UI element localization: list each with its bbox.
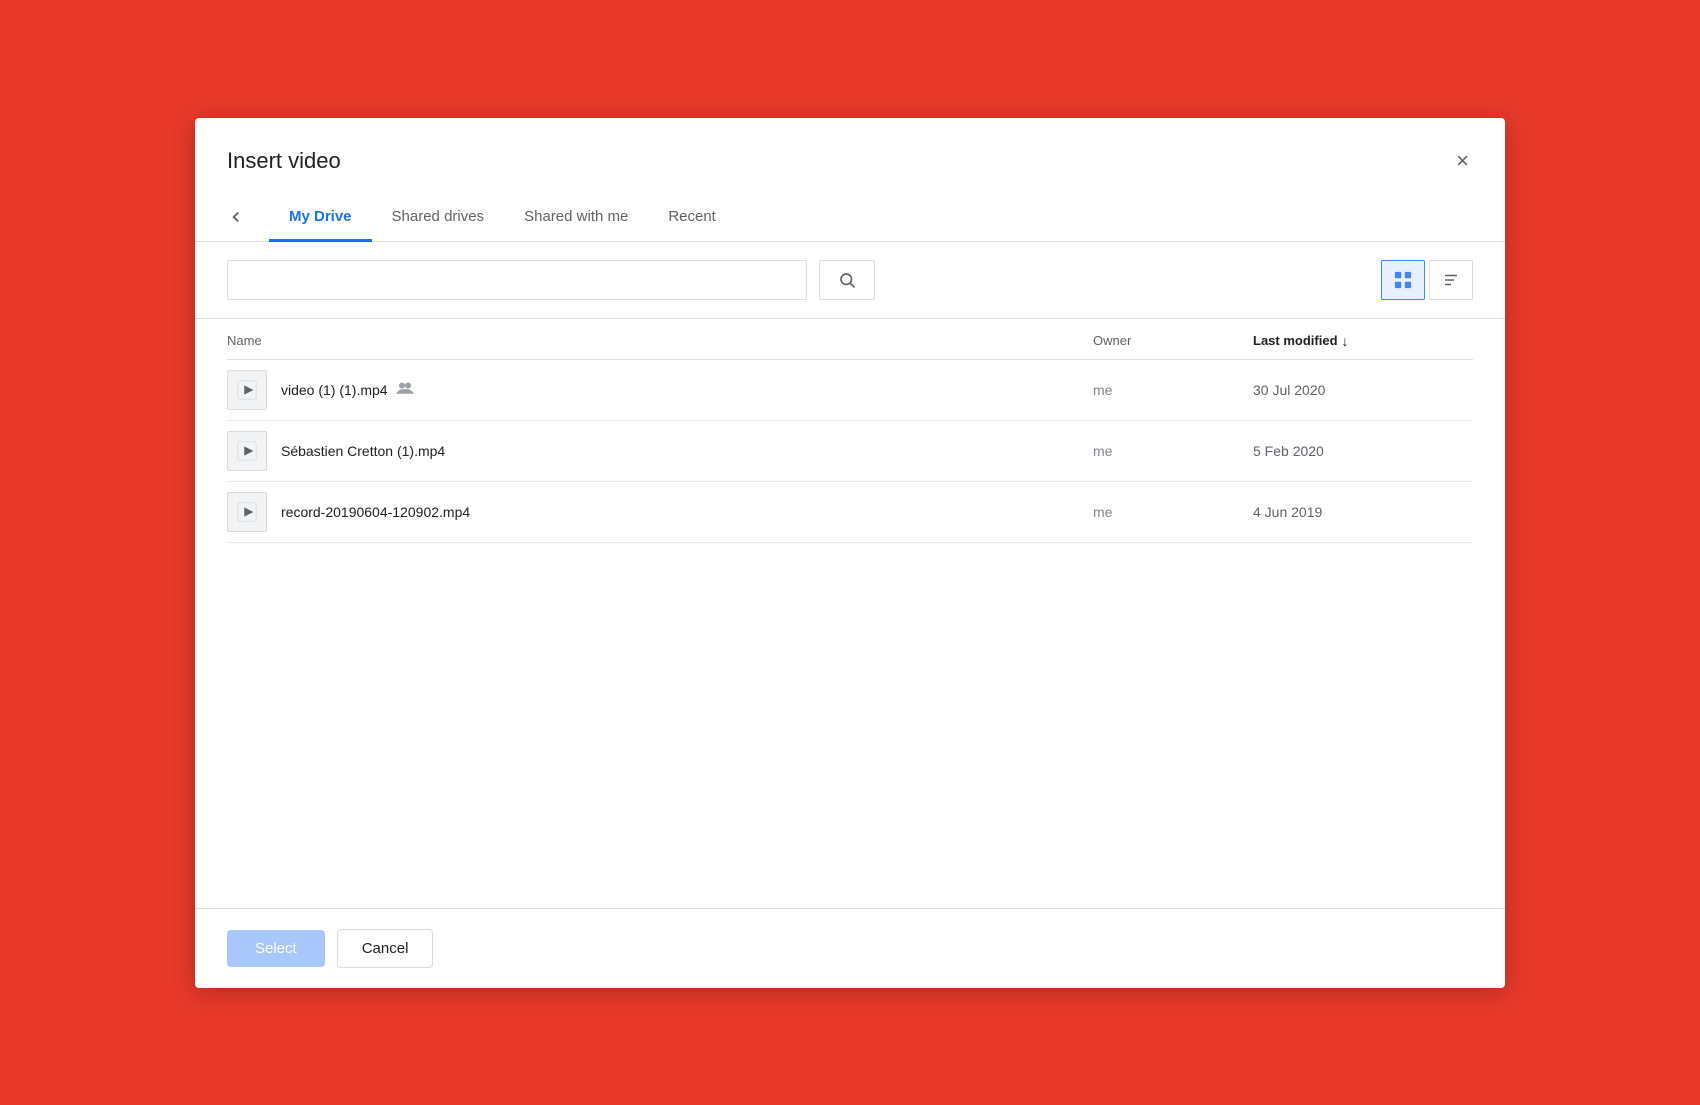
table-row[interactable]: Sébastien Cretton (1).mp4 me 5 Feb 2020 xyxy=(227,421,1473,482)
tabs-bar: My Drive Shared drives Shared with me Re… xyxy=(195,194,1505,242)
shared-icon xyxy=(396,380,414,399)
tab-shared-drives[interactable]: Shared drives xyxy=(372,194,505,242)
file-thumbnail xyxy=(227,431,267,471)
file-thumbnail xyxy=(227,370,267,410)
cancel-button[interactable]: Cancel xyxy=(337,929,434,968)
table-row[interactable]: video (1) (1).mp4 me 30 Jul 2020 xyxy=(227,360,1473,421)
table-row[interactable]: record-20190604-120902.mp4 me 4 Jun 2019 xyxy=(227,482,1473,543)
file-owner: me xyxy=(1093,443,1253,459)
file-owner: me xyxy=(1093,504,1253,520)
tab-my-drive[interactable]: My Drive xyxy=(269,194,372,242)
back-button[interactable] xyxy=(227,204,253,230)
sort-button[interactable] xyxy=(1429,260,1473,300)
search-button[interactable] xyxy=(819,260,875,300)
sort-direction-icon: ↓ xyxy=(1342,333,1349,349)
insert-video-dialog: Insert video × My Drive Shared drives Sh… xyxy=(195,118,1505,988)
close-button[interactable]: × xyxy=(1452,146,1473,176)
file-name: Sébastien Cretton (1).mp4 xyxy=(281,443,445,459)
file-modified: 4 Jun 2019 xyxy=(1253,504,1473,520)
file-name-area: record-20190604-120902.mp4 xyxy=(281,504,1093,520)
file-modified: 5 Feb 2020 xyxy=(1253,443,1473,459)
search-input[interactable] xyxy=(227,260,807,300)
file-thumbnail xyxy=(227,492,267,532)
tab-recent[interactable]: Recent xyxy=(648,194,736,242)
file-name: video (1) (1).mp4 xyxy=(281,382,388,398)
file-owner: me xyxy=(1093,382,1253,398)
file-name: record-20190604-120902.mp4 xyxy=(281,504,470,520)
file-name-area: video (1) (1).mp4 xyxy=(281,380,1093,399)
col-modified-header[interactable]: Last modified ↓ xyxy=(1253,333,1473,349)
dialog-header: Insert video × xyxy=(195,118,1505,176)
col-owner-header: Owner xyxy=(1093,333,1253,348)
file-table: Name Owner Last modified ↓ video (1) (1)… xyxy=(195,319,1505,908)
tab-shared-with-me[interactable]: Shared with me xyxy=(504,194,648,242)
dialog-footer: Select Cancel xyxy=(195,908,1505,988)
view-toggle-buttons xyxy=(1381,260,1473,300)
select-button[interactable]: Select xyxy=(227,930,325,967)
table-header: Name Owner Last modified ↓ xyxy=(227,319,1473,360)
file-modified: 30 Jul 2020 xyxy=(1253,382,1473,398)
col-name-header: Name xyxy=(227,333,1093,348)
grid-view-button[interactable] xyxy=(1381,260,1425,300)
file-name-area: Sébastien Cretton (1).mp4 xyxy=(281,443,1093,459)
dialog-title: Insert video xyxy=(227,148,341,174)
search-bar xyxy=(195,242,1505,319)
